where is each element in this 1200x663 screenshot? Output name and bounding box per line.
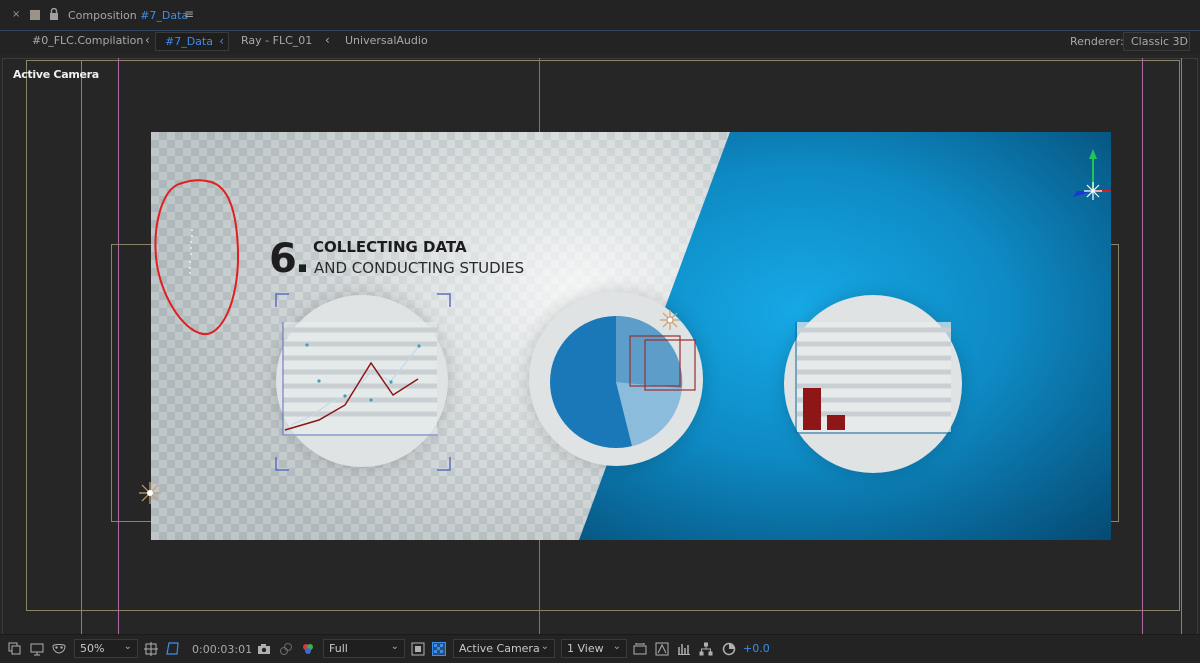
guide-left-beige	[81, 60, 82, 634]
crumb-universal-audio[interactable]: UniversalAudio	[345, 34, 428, 47]
motion-blur-icon[interactable]	[677, 642, 691, 656]
region-of-interest-icon[interactable]	[166, 642, 180, 656]
exposure-value[interactable]: +0.0	[743, 642, 770, 655]
chevron-down-icon: ⌄	[540, 641, 549, 652]
panel-menu-icon[interactable]: ≡	[184, 7, 194, 21]
view-layout-value: 1 View	[567, 642, 604, 655]
guide-right-pink	[1142, 58, 1143, 634]
composition-navigator: #0_FLC.Compilation ‹ #7_Data ‹ Ray - FLC…	[0, 31, 1200, 54]
magnification-dropdown[interactable]: 50% ⌄	[74, 639, 138, 658]
mask-vertex-dots	[189, 229, 193, 274]
panel-header: × Composition #7_Data ≡	[0, 0, 1200, 31]
camera-view-value: Active Camera	[459, 642, 540, 655]
camera-view-dropdown[interactable]: Active Camera ⌄	[453, 639, 555, 658]
chevron-down-icon: ⌄	[123, 641, 132, 652]
draft-3d-icon[interactable]	[655, 642, 669, 656]
pixel-aspect-icon[interactable]	[633, 642, 647, 656]
renderer-label: Renderer:	[1070, 35, 1124, 48]
camera-bracket-right	[1111, 244, 1119, 522]
magnification-value: 50%	[80, 642, 105, 655]
show-snapshot-icon[interactable]	[279, 642, 293, 656]
canvas-graphics	[154, 149, 1111, 471]
grid-guides-icon[interactable]	[144, 642, 158, 656]
lock-icon[interactable]	[49, 8, 59, 20]
bar-1	[803, 388, 821, 430]
snapshot-icon[interactable]	[257, 642, 271, 656]
panel-title-comp-name: #7_Data	[140, 9, 189, 22]
color-channels-icon[interactable]	[301, 642, 315, 656]
bar-2	[827, 415, 845, 430]
crumb-7-data-label: #7_Data	[165, 35, 213, 48]
fast-previews-icon[interactable]	[411, 642, 425, 656]
crumb-ray-flc[interactable]: Ray - FLC_01	[241, 34, 312, 47]
crumb-arrow-icon: ‹	[145, 33, 150, 47]
camera-marker-icon[interactable]	[137, 480, 163, 506]
view-layout-dropdown[interactable]: 1 View ⌄	[561, 639, 627, 658]
reset-exposure-icon[interactable]	[722, 642, 736, 656]
composition-icon	[30, 10, 40, 20]
crumb-arrow-icon: ‹	[219, 34, 224, 48]
crumb-flc-compilation[interactable]: #0_FLC.Compilation	[32, 34, 143, 47]
panel-title: Composition #7_Data	[68, 9, 188, 22]
resolution-dropdown[interactable]: Full ⌄	[323, 639, 405, 658]
monitor-icon[interactable]	[30, 642, 44, 656]
chevron-down-icon: ⌄	[612, 641, 621, 652]
active-camera-label: Active Camera	[13, 68, 99, 81]
close-icon[interactable]: ×	[12, 9, 20, 20]
mask-icon[interactable]	[52, 642, 66, 656]
panel-title-prefix: Composition	[68, 9, 137, 22]
crumb-arrow-icon: ‹	[325, 33, 330, 47]
chevron-down-icon: ⌄	[390, 641, 399, 652]
renderer-button[interactable]: Classic 3D	[1123, 32, 1190, 51]
transparency-grid-icon[interactable]	[432, 642, 446, 656]
viewer-toolbar: 50% ⌄ 0:00:03:01 Full ⌄ Active Camera ⌄ …	[0, 634, 1200, 663]
3d-axis-gizmo-icon	[1073, 149, 1111, 200]
composition-viewer[interactable]: Active Camera 6. COLLECTING DATA AND CON…	[0, 54, 1200, 634]
current-time-display[interactable]: 0:00:03:01	[192, 643, 252, 656]
resolution-value: Full	[329, 642, 348, 655]
composition-canvas[interactable]: 6. COLLECTING DATA AND CONDUCTING STUDIE…	[151, 132, 1111, 540]
crumb-7-data[interactable]: #7_Data ‹	[155, 32, 229, 51]
guide-right-beige	[1181, 58, 1182, 634]
light-marker-icon	[660, 310, 680, 330]
always-preview-icon[interactable]	[8, 642, 22, 656]
flowchart-icon[interactable]	[699, 642, 713, 656]
mask-path	[154, 179, 240, 336]
